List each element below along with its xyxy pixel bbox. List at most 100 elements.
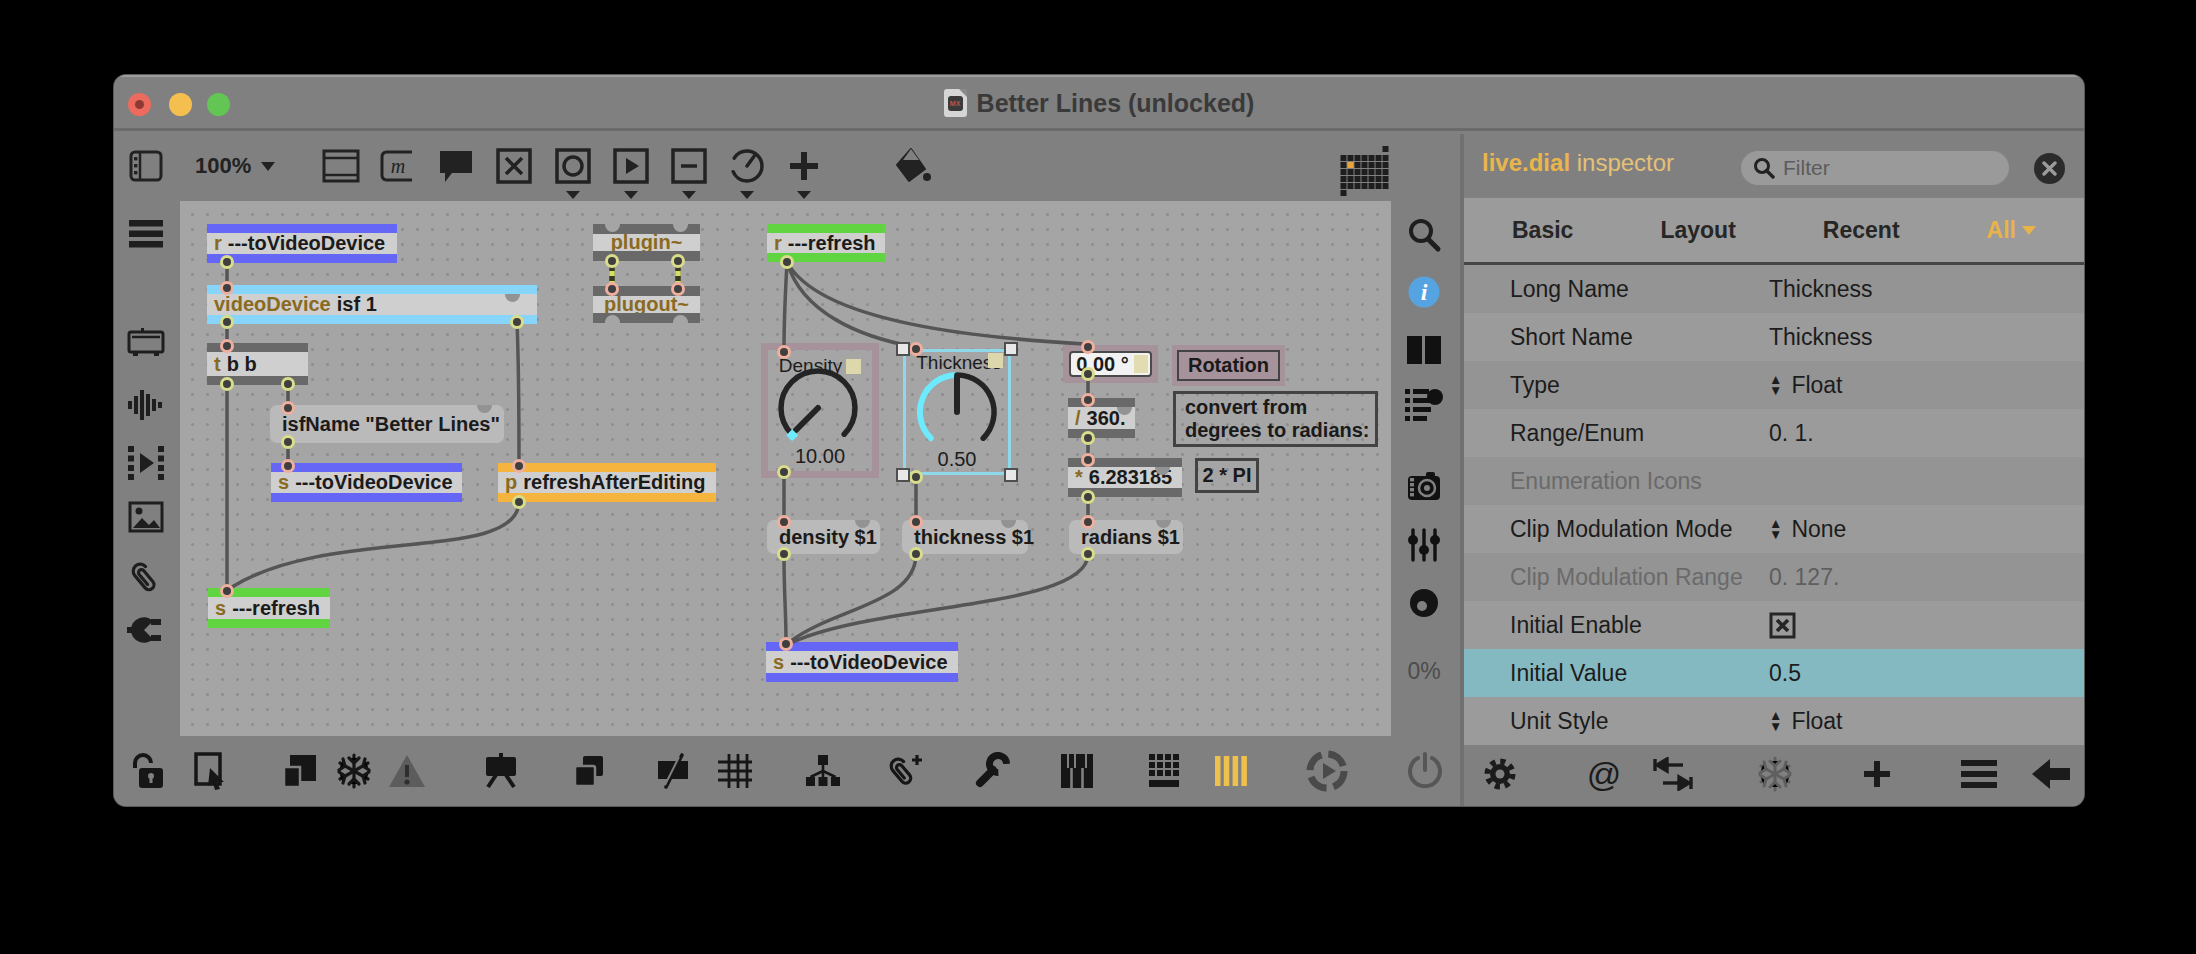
inspector-row-short-name[interactable]: Short NameThickness <box>1464 313 2084 361</box>
selection-handle[interactable] <box>896 468 910 482</box>
inspector-row-long-name[interactable]: Long NameThickness <box>1464 265 2084 313</box>
duplicate-icon[interactable] <box>573 754 607 788</box>
inspector-tabs: Basic Layout Recent All <box>1464 198 2084 265</box>
inspector-row-type[interactable]: Type▲▼Float <box>1464 361 2084 409</box>
unlock-icon[interactable] <box>131 752 165 790</box>
image-icon[interactable] <box>128 501 164 533</box>
message-box-isfname[interactable]: isfName "Better Lines" <box>270 405 504 443</box>
inspector-row-unit-style[interactable]: Unit Style▲▼Float <box>1464 697 2084 745</box>
hide-on-lock-icon[interactable] <box>656 753 694 789</box>
object-box-p-refreshafterediting[interactable]: prefreshAfterEditing <box>498 463 716 502</box>
selection-handle[interactable] <box>1004 468 1018 482</box>
bring-front-icon[interactable] <box>282 753 318 789</box>
keyboard-icon[interactable] <box>1059 754 1095 788</box>
comment-rotation-frame[interactable]: Rotation <box>1172 345 1285 386</box>
toggle-object-icon[interactable] <box>555 148 591 184</box>
object-box-s-refresh[interactable]: s---refresh <box>208 588 330 628</box>
settings-gear-icon[interactable] <box>1482 756 1518 792</box>
paint-bucket-icon[interactable] <box>893 147 933 185</box>
live-dial-thickness[interactable]: Thickness 0.50 <box>903 349 1011 475</box>
back-arrow-icon[interactable] <box>2032 759 2070 789</box>
close-inspector-button[interactable] <box>2034 153 2065 184</box>
tab-basic[interactable]: Basic <box>1512 217 1573 244</box>
inspector-row-enum-icons[interactable]: Enumeration Icons <box>1464 457 2084 505</box>
tab-recent[interactable]: Recent <box>1823 217 1900 244</box>
freeze-snowflake-icon[interactable] <box>1757 756 1793 792</box>
object-box-plugout[interactable]: plugout~ <box>593 286 700 323</box>
live-dial-density[interactable]: Density 10.00 <box>761 343 879 478</box>
grid-snap-icon[interactable] <box>1339 146 1392 198</box>
object-box-plugin[interactable]: plugin~ <box>593 224 700 261</box>
attach-paperclip-icon[interactable] <box>889 752 925 790</box>
number-object-icon[interactable] <box>671 148 707 184</box>
dial-object-icon[interactable] <box>728 147 766 185</box>
new-object-icon[interactable] <box>322 149 360 183</box>
attributes-at-icon[interactable]: @ <box>1587 755 1622 794</box>
object-box-s-tovideodevice-2[interactable]: s---toVideoDevice <box>766 642 958 682</box>
stepper-icon: ▲▼ <box>1769 374 1782 396</box>
freeze-snowflake-icon[interactable] <box>336 753 372 789</box>
comment-convert[interactable]: convert fromdegrees to radians: <box>1173 391 1378 447</box>
plug-icon[interactable] <box>127 613 165 647</box>
menu-icon[interactable] <box>129 220 163 248</box>
audio-toggle-icon[interactable] <box>1305 749 1349 793</box>
menu-icon[interactable] <box>1961 760 1997 788</box>
warning-icon[interactable] <box>388 754 426 788</box>
tab-layout[interactable]: Layout <box>1660 217 1735 244</box>
patch-cord <box>787 262 1085 344</box>
hierarchy-icon[interactable] <box>805 755 841 787</box>
pads-icon[interactable] <box>1145 754 1183 788</box>
zoom-level-control[interactable]: 100% <box>195 153 275 179</box>
inspector-row-range[interactable]: Range/Enum0. 1. <box>1464 409 2084 457</box>
object-box-div360[interactable]: /360. <box>1068 398 1135 438</box>
inspector-row-clip-mod-mode[interactable]: Clip Modulation Mode▲▼None <box>1464 505 2084 553</box>
inspector-header: live.dial inspector Filter <box>1464 134 2084 198</box>
object-box-r-tovideodevice[interactable]: r---toVideoDevice <box>207 224 397 263</box>
meters-icon[interactable] <box>1215 754 1247 788</box>
swap-arrows-icon[interactable] <box>1653 757 1693 791</box>
selection-handle[interactable] <box>1004 342 1018 356</box>
inspector-row-initial-value[interactable]: Initial Value0.5 <box>1464 649 2084 697</box>
playbar-object-icon[interactable] <box>613 148 649 184</box>
record-icon[interactable] <box>1408 587 1440 619</box>
grid-icon[interactable] <box>718 754 752 788</box>
inspector-row-clip-mod-range[interactable]: Clip Modulation Range0. 127. <box>1464 553 2084 601</box>
console-list-icon[interactable] <box>1405 389 1443 421</box>
object-box-trigger[interactable]: tb b <box>207 343 308 385</box>
inspector-row-initial-enable[interactable]: Initial Enable <box>1464 601 2084 649</box>
tab-all[interactable]: All <box>1987 217 2036 244</box>
checkbox-checked-icon[interactable] <box>1769 612 1796 639</box>
button-object-icon[interactable] <box>496 148 532 184</box>
comment-icon[interactable] <box>437 148 475 184</box>
object-box-mul2pi[interactable]: *6.283185 <box>1068 458 1182 497</box>
tools-wrench-icon[interactable] <box>973 752 1011 790</box>
object-box-r-refresh[interactable]: r---refresh <box>767 224 885 262</box>
info-icon[interactable]: i <box>1409 277 1440 308</box>
object-box-s-tovideodevice[interactable]: s---toVideoDevice <box>271 463 462 502</box>
message-box-radians[interactable]: radians $1 <box>1069 520 1183 554</box>
snapshot-camera-icon[interactable] <box>1406 472 1442 502</box>
waveform-icon[interactable] <box>128 390 164 420</box>
object-box-videodevice[interactable]: videoDeviceisf 1 <box>207 285 537 324</box>
search-icon[interactable] <box>1406 217 1442 253</box>
patcher-canvas[interactable]: r---toVideoDevice videoDeviceisf 1 tb b … <box>180 201 1391 736</box>
message-box-thickness[interactable]: thickness $1 <box>902 520 1028 554</box>
mixer-icon[interactable] <box>1408 528 1440 562</box>
selection-handle[interactable] <box>896 342 910 356</box>
paperclip-icon[interactable] <box>129 559 163 597</box>
title-bar[interactable]: MX Better Lines (unlocked) <box>114 75 2084 131</box>
add-object-icon[interactable] <box>787 149 821 183</box>
media-play-icon[interactable] <box>128 446 164 480</box>
comment-2pi[interactable]: 2 * PI <box>1195 458 1259 493</box>
split-view-icon[interactable] <box>1407 336 1441 364</box>
number-box-rotation-frame[interactable]: 0.00 ° <box>1063 345 1158 383</box>
message-box-density[interactable]: density $1 <box>767 520 880 554</box>
audio-console-icon[interactable] <box>127 328 165 358</box>
select-icon[interactable] <box>194 752 228 790</box>
presentation-icon[interactable] <box>482 753 520 789</box>
add-icon[interactable] <box>1862 759 1892 789</box>
max-object-icon[interactable]: m <box>380 150 416 182</box>
stepper-icon: ▲▼ <box>1769 710 1782 732</box>
filter-input[interactable]: Filter <box>1741 151 2009 185</box>
power-icon[interactable] <box>1406 752 1444 790</box>
